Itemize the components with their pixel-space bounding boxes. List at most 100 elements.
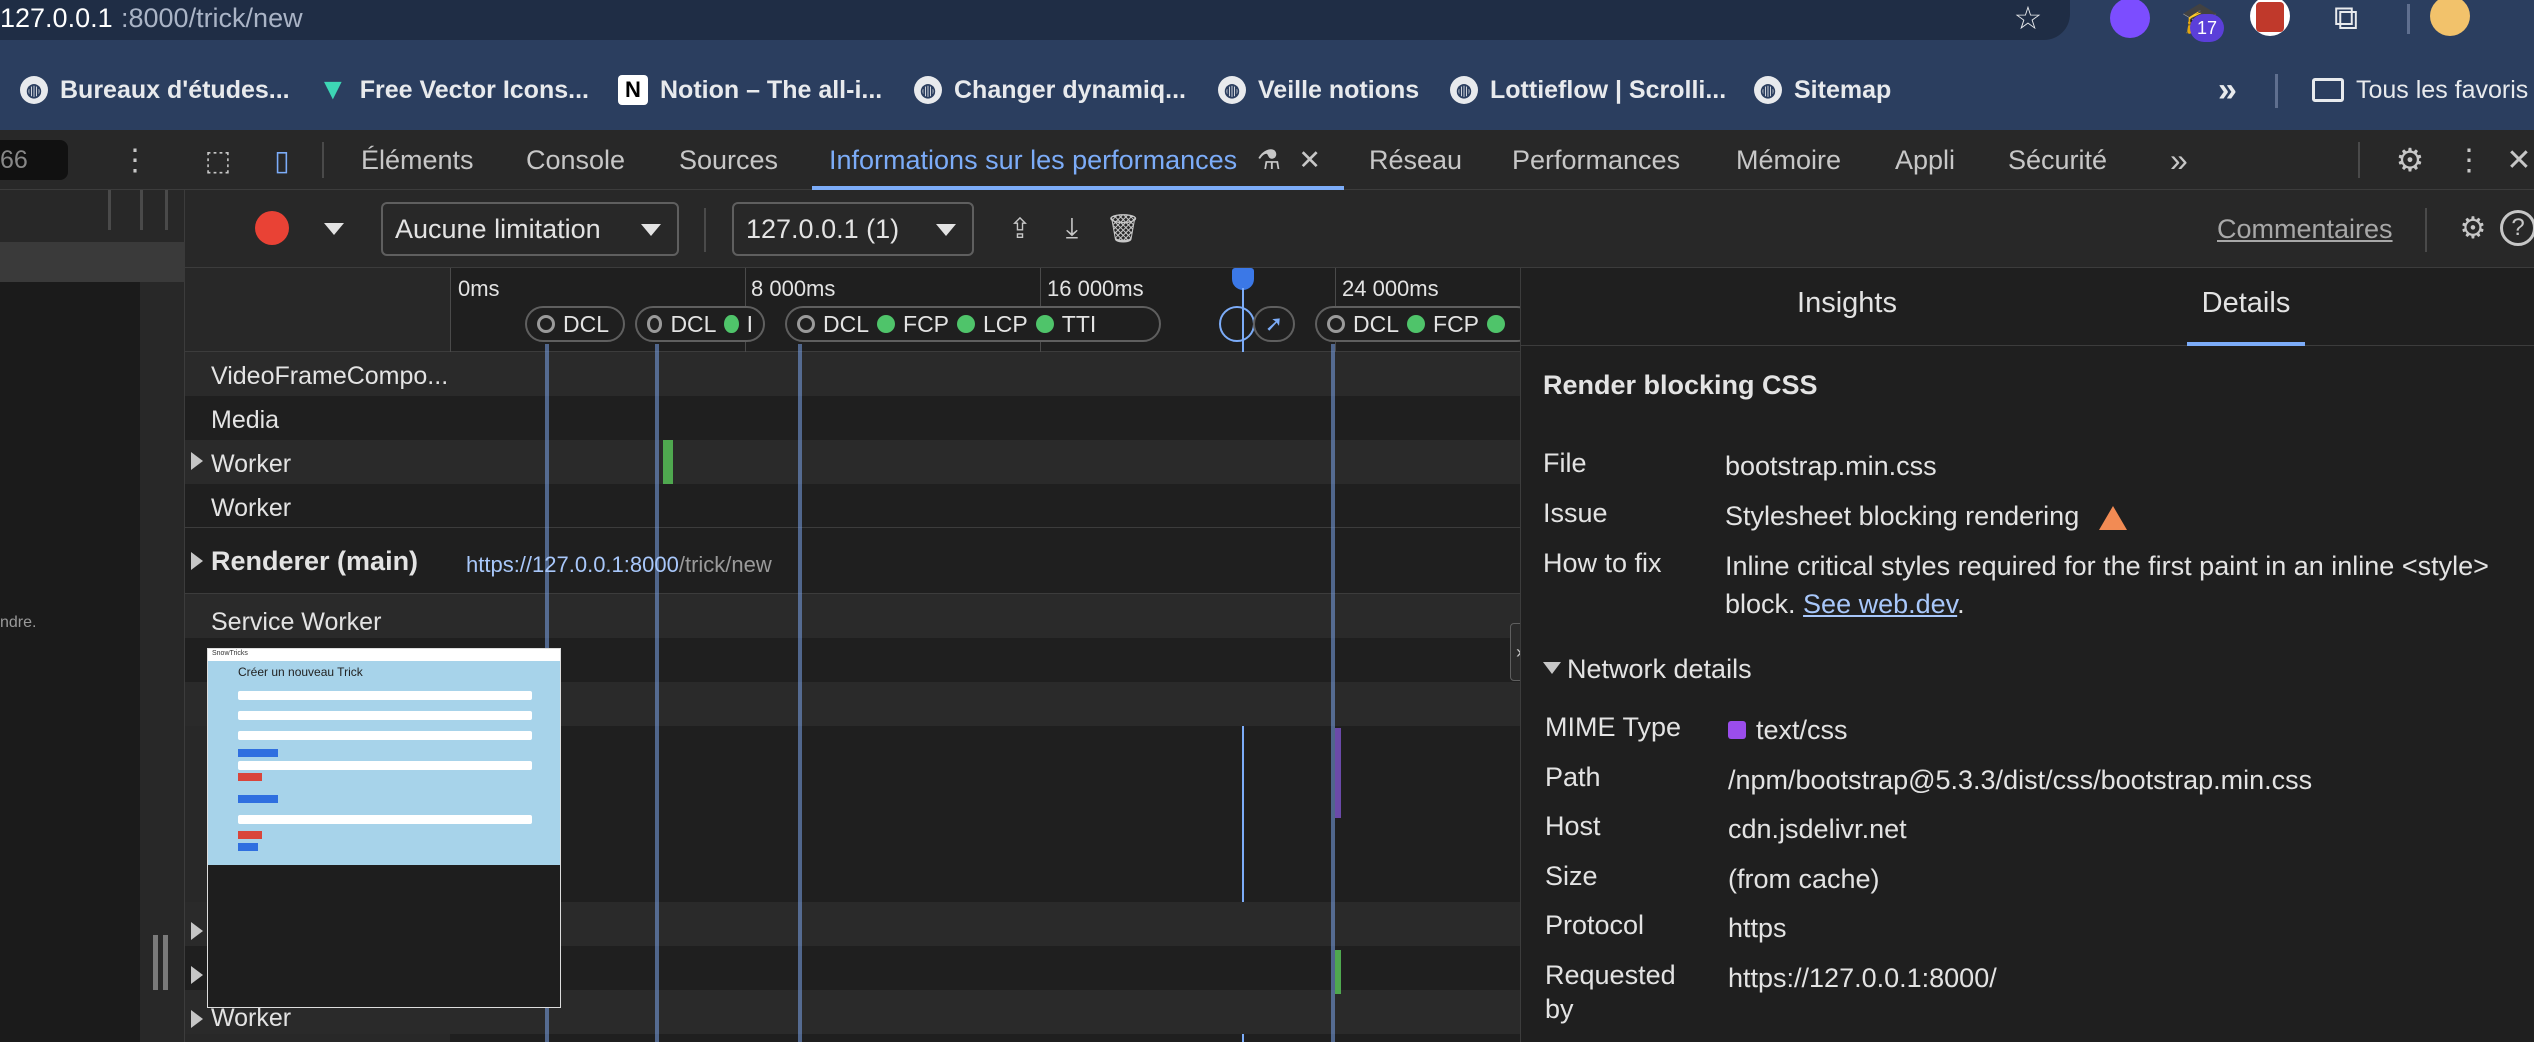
selected-row xyxy=(0,242,185,282)
more-tabs-chevron-icon[interactable]: » xyxy=(2170,130,2188,190)
close-devtools-icon[interactable]: ✕ xyxy=(2504,140,2534,180)
bookmarks-overflow-button[interactable]: » xyxy=(2218,50,2237,130)
marker-dot-icon xyxy=(797,315,815,333)
upload-icon[interactable]: ⇪ xyxy=(1002,210,1038,246)
extension-badge: 17 xyxy=(2190,14,2224,42)
insight-heading: Render blocking CSS xyxy=(1543,370,1818,400)
more-vertical-icon[interactable]: ⋮ xyxy=(2454,140,2484,180)
avatar[interactable] xyxy=(2430,0,2470,36)
expand-triangle-icon[interactable] xyxy=(191,552,203,570)
marker-group[interactable]: DCL FCP LCP TTI xyxy=(785,306,1161,342)
tab-sources[interactable]: Sources xyxy=(679,130,778,190)
thumb-field xyxy=(238,731,532,740)
tab-network[interactable]: Réseau xyxy=(1369,130,1462,190)
bookmark-item[interactable]: ◍ Lottieflow | Scrolli... xyxy=(1450,50,1726,130)
marker-dot-icon xyxy=(957,315,976,333)
web-dev-link[interactable]: See web.dev xyxy=(1803,589,1957,619)
address-bar[interactable]: 127.0.0.1 :8000/trick/new ☆ xyxy=(0,0,2070,40)
resize-handle[interactable] xyxy=(153,935,158,990)
url-path: :8000/trick/new xyxy=(121,3,303,33)
thumb-button xyxy=(238,843,258,851)
size-label: Size xyxy=(1545,861,1598,891)
timeline-panel: 0ms 8 000ms 16 000ms 24 000ms DCL DCL I D… xyxy=(185,268,1520,1042)
expand-triangle-icon[interactable] xyxy=(191,966,203,984)
all-bookmarks-folder[interactable]: Tous les favoris xyxy=(2312,50,2528,130)
bookmark-item[interactable]: ◍ Sitemap xyxy=(1754,50,1891,130)
globe-icon: ◍ xyxy=(1754,76,1782,104)
feedback-link[interactable]: Commentaires xyxy=(2217,214,2393,245)
renderer-url[interactable]: https://127.0.0.1:8000/trick/new xyxy=(466,552,772,578)
interaction-cursor-icon[interactable] xyxy=(1219,306,1255,342)
extension-icon[interactable] xyxy=(2110,0,2150,38)
record-button[interactable] xyxy=(255,211,289,245)
help-icon[interactable]: ? xyxy=(2500,210,2534,246)
record-options-chevron-down-icon[interactable] xyxy=(324,223,344,235)
divider xyxy=(165,190,168,230)
bookmark-item[interactable]: ▼ Free Vector Icons... xyxy=(318,50,589,130)
worker-activity-bar[interactable] xyxy=(663,440,673,484)
tab-performance[interactable]: Performances xyxy=(1512,130,1680,190)
bookmark-item[interactable]: ◍ Veille notions xyxy=(1218,50,1419,130)
size-value: (from cache) xyxy=(1728,864,1880,894)
interaction-cursor-icon[interactable]: ➚ xyxy=(1253,306,1295,342)
marker-group[interactable]: DCL FCP xyxy=(1315,306,1520,342)
network-details-heading[interactable]: Network details xyxy=(1567,654,1752,685)
track-label[interactable]: Worker xyxy=(211,450,291,479)
tab-application[interactable]: Appli xyxy=(1895,130,1955,190)
tab-insights[interactable]: Insights xyxy=(1767,268,1927,346)
target-select[interactable]: 127.0.0.1 (1) xyxy=(732,202,974,256)
track-row xyxy=(185,440,1520,484)
resize-handle[interactable] xyxy=(163,935,168,990)
how-to-fix-label: How to fix xyxy=(1543,548,1662,578)
devtools-tab-bar: 66 ⋮ ⬚ ▯ Éléments Console Sources Inform… xyxy=(0,130,2534,190)
bookmark-item[interactable]: ◍ Changer dynamiq... xyxy=(914,50,1186,130)
tab-memory[interactable]: Mémoire xyxy=(1736,130,1841,190)
thumb-button xyxy=(238,795,278,803)
tab-console[interactable]: Console xyxy=(526,130,625,190)
bookmark-item[interactable]: N Notion – The all-i... xyxy=(618,50,882,130)
warning-icon xyxy=(2098,505,2127,530)
thumb-footer xyxy=(208,865,560,1007)
settings-gear-icon[interactable]: ⚙ xyxy=(2455,210,2491,246)
tab-performance-insights[interactable]: Informations sur les performances ⚗ ✕ xyxy=(812,130,1344,190)
activity-bar[interactable] xyxy=(1335,950,1341,994)
requested-by-label: Requested xyxy=(1545,960,1676,990)
divider xyxy=(140,190,143,230)
bookmark-star-icon[interactable]: ☆ xyxy=(2008,0,2048,36)
issue-value: Stylesheet blocking rendering xyxy=(1725,501,2127,532)
close-icon[interactable]: ✕ xyxy=(1298,145,1321,175)
marker-group[interactable]: DCL xyxy=(525,306,625,342)
tab-details[interactable]: Details xyxy=(2187,268,2305,346)
brand-extension-icon[interactable] xyxy=(2250,0,2290,36)
inspect-element-icon[interactable]: ⬚ xyxy=(200,142,236,178)
expand-triangle-icon[interactable] xyxy=(191,922,203,940)
settings-gear-icon[interactable]: ⚙ xyxy=(2390,142,2430,178)
collapse-sidebar-chevron-icon[interactable]: › xyxy=(1510,623,1520,681)
device-toolbar-icon[interactable]: ▯ xyxy=(262,142,302,178)
puzzle-icon[interactable]: ⧉ xyxy=(2325,0,2367,38)
marker-group[interactable]: DCL I xyxy=(635,306,765,342)
requested-by-label-2: by xyxy=(1545,994,1574,1024)
tab-security[interactable]: Sécurité xyxy=(2008,130,2107,190)
playhead-handle[interactable] xyxy=(1232,268,1254,290)
thumb-field xyxy=(238,691,532,700)
protocol-value: https xyxy=(1728,913,1787,943)
url-host: 127.0.0.1 xyxy=(0,3,113,33)
bookmark-item[interactable]: ◍ Bureaux d'études... xyxy=(20,50,290,130)
page-screenshot-thumbnail[interactable]: SnowTricks Créer un nouveau Trick xyxy=(207,648,561,1008)
track-label-renderer[interactable]: Renderer (main) xyxy=(211,546,418,577)
expand-triangle-icon[interactable] xyxy=(191,452,203,470)
trash-icon[interactable]: 🗑 xyxy=(1105,210,1141,246)
track-label: VideoFrameCompo... xyxy=(211,362,449,390)
collapse-triangle-icon[interactable] xyxy=(1543,662,1561,674)
thumb-button xyxy=(238,773,262,781)
download-icon[interactable]: ⤓ xyxy=(1054,210,1090,246)
page-preview-area xyxy=(0,282,140,1042)
panel-tab-bar xyxy=(1521,268,2534,346)
activity-bar[interactable] xyxy=(1335,728,1341,818)
expand-triangle-icon[interactable] xyxy=(191,1010,203,1028)
tab-elements[interactable]: Éléments xyxy=(361,130,474,190)
more-vertical-icon[interactable]: ⋮ xyxy=(120,140,150,180)
marker-dot-icon xyxy=(1327,315,1345,333)
throttling-select[interactable]: Aucune limitation xyxy=(381,202,679,256)
